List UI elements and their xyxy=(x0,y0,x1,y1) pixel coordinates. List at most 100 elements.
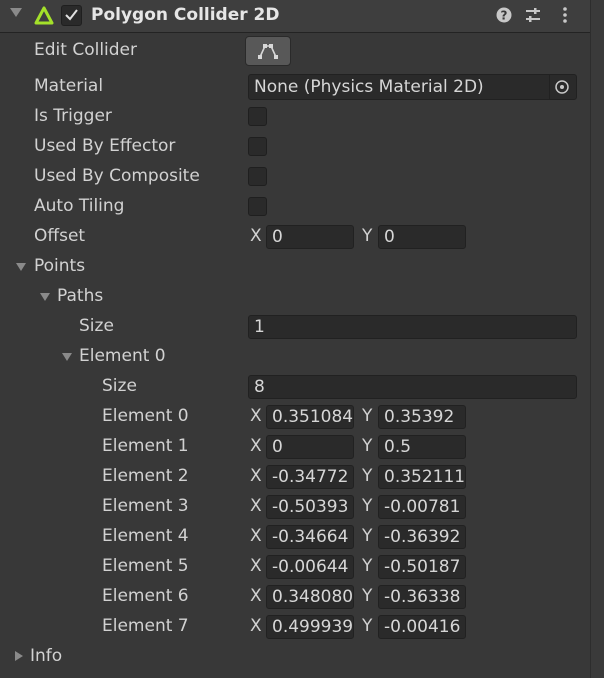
is-trigger-row: Is Trigger xyxy=(0,102,590,132)
point-x-input[interactable]: -0.34664 xyxy=(266,525,354,549)
info-foldout-arrow-icon[interactable] xyxy=(15,651,23,661)
point-x-input[interactable]: 0.351084 xyxy=(266,405,354,429)
is-trigger-label: Is Trigger xyxy=(34,106,112,126)
point-x-label[interactable]: X xyxy=(250,496,262,516)
point-x-input[interactable]: 0.499939 xyxy=(266,615,354,639)
point-y-label[interactable]: Y xyxy=(362,586,372,606)
material-label: Material xyxy=(34,76,104,96)
auto-tiling-checkbox[interactable] xyxy=(248,197,267,216)
svg-text:?: ? xyxy=(501,9,508,23)
offset-y-input[interactable]: 0 xyxy=(378,225,466,249)
point-y-label[interactable]: Y xyxy=(362,526,372,546)
scrollbar-track xyxy=(590,0,591,678)
point-element-row: Element 0 X 0.351084 Y 0.35392 xyxy=(0,402,590,432)
component-enabled-checkbox[interactable] xyxy=(61,5,82,26)
points-foldout-arrow-icon[interactable] xyxy=(16,263,26,271)
point-x-input[interactable]: 0 xyxy=(266,435,354,459)
sliders-icon[interactable] xyxy=(524,6,542,24)
point-y-input[interactable]: -0.36392 xyxy=(378,525,466,549)
point-element-row: Element 3 X -0.50393 Y -0.00781 xyxy=(0,492,590,522)
element0-size-input[interactable]: 8 xyxy=(248,375,577,399)
point-y-input[interactable]: -0.00416 xyxy=(378,615,466,639)
offset-x-input[interactable]: 0 xyxy=(266,225,354,249)
point-element-label: Element 7 xyxy=(102,616,189,636)
component-foldout-arrow-icon[interactable] xyxy=(10,8,22,17)
object-picker-button[interactable] xyxy=(549,75,576,99)
path-element0-label: Element 0 xyxy=(79,346,166,366)
material-value: None (Physics Material 2D) xyxy=(254,77,484,97)
point-y-input[interactable]: -0.50187 xyxy=(378,555,466,579)
point-x-label[interactable]: X xyxy=(250,616,262,636)
used-by-effector-checkbox[interactable] xyxy=(248,137,267,156)
paths-size-input[interactable]: 1 xyxy=(248,315,577,339)
point-y-input[interactable]: 0.352111 xyxy=(378,465,466,489)
point-element-row: Element 6 X 0.348080 Y -0.36338 xyxy=(0,582,590,612)
element0-size-row: Size 8 xyxy=(0,372,590,402)
offset-y-label[interactable]: Y xyxy=(362,226,372,246)
point-element-label: Element 6 xyxy=(102,586,189,606)
component-title: Polygon Collider 2D xyxy=(91,5,280,25)
info-foldout[interactable]: Info xyxy=(0,642,590,672)
paths-label: Paths xyxy=(57,286,104,306)
point-element-label: Element 3 xyxy=(102,496,189,516)
path-element0-foldout-arrow-icon[interactable] xyxy=(62,353,72,361)
point-x-input[interactable]: -0.50393 xyxy=(266,495,354,519)
offset-x-label[interactable]: X xyxy=(250,226,262,246)
point-x-label[interactable]: X xyxy=(250,556,262,576)
point-x-label[interactable]: X xyxy=(250,436,262,456)
point-y-label[interactable]: Y xyxy=(362,556,372,576)
point-x-label[interactable]: X xyxy=(250,526,262,546)
used-by-composite-label: Used By Composite xyxy=(34,166,200,186)
paths-foldout-arrow-icon[interactable] xyxy=(40,293,50,301)
material-object-field[interactable]: None (Physics Material 2D) xyxy=(248,74,577,100)
paths-size-row: Size 1 xyxy=(0,312,590,342)
used-by-composite-row: Used By Composite xyxy=(0,162,590,192)
auto-tiling-row: Auto Tiling xyxy=(0,192,590,222)
point-y-label[interactable]: Y xyxy=(362,466,372,486)
point-y-label[interactable]: Y xyxy=(362,406,372,426)
offset-row: Offset X 0 Y 0 xyxy=(0,222,590,252)
edit-collider-button[interactable] xyxy=(245,36,291,66)
point-x-input[interactable]: 0.348080 xyxy=(266,585,354,609)
point-y-input[interactable]: 0.5 xyxy=(378,435,466,459)
help-icon[interactable]: ? xyxy=(495,6,513,24)
path-element0-foldout[interactable]: Element 0 xyxy=(0,342,590,372)
point-y-label[interactable]: Y xyxy=(362,496,372,516)
kebab-menu-icon[interactable] xyxy=(556,6,574,24)
edit-collider-label: Edit Collider xyxy=(34,40,138,60)
point-element-row: Element 2 X -0.34772 Y 0.352111 xyxy=(0,462,590,492)
paths-foldout[interactable]: Paths xyxy=(0,282,590,312)
checkmark-icon xyxy=(65,9,78,21)
edit-shape-icon xyxy=(258,44,278,59)
point-x-label[interactable]: X xyxy=(250,586,262,606)
point-y-input[interactable]: -0.36338 xyxy=(378,585,466,609)
points-label: Points xyxy=(34,256,86,276)
paths-size-label: Size xyxy=(79,316,114,336)
element0-size-label: Size xyxy=(102,376,137,396)
point-y-input[interactable]: -0.00781 xyxy=(378,495,466,519)
edit-collider-row: Edit Collider xyxy=(0,36,590,66)
point-element-label: Element 5 xyxy=(102,556,189,576)
point-y-label[interactable]: Y xyxy=(362,616,372,636)
polygon-collider-icon xyxy=(34,6,54,25)
inspector-scrollbar[interactable] xyxy=(590,0,604,678)
point-x-input[interactable]: -0.00644 xyxy=(266,555,354,579)
info-label: Info xyxy=(30,646,63,666)
point-y-input[interactable]: 0.35392 xyxy=(378,405,466,429)
points-foldout[interactable]: Points xyxy=(0,252,590,282)
is-trigger-checkbox[interactable] xyxy=(248,107,267,126)
point-x-label[interactable]: X xyxy=(250,406,262,426)
point-element-label: Element 4 xyxy=(102,526,189,546)
point-element-row: Element 7 X 0.499939 Y -0.00416 xyxy=(0,612,590,642)
used-by-composite-checkbox[interactable] xyxy=(248,167,267,186)
point-x-input[interactable]: -0.34772 xyxy=(266,465,354,489)
point-x-label[interactable]: X xyxy=(250,466,262,486)
offset-label: Offset xyxy=(34,226,86,246)
point-element-row: Element 1 X 0 Y 0.5 xyxy=(0,432,590,462)
point-y-label[interactable]: Y xyxy=(362,436,372,456)
point-element-label: Element 0 xyxy=(102,406,189,426)
point-element-label: Element 2 xyxy=(102,466,189,486)
point-element-row: Element 5 X -0.00644 Y -0.50187 xyxy=(0,552,590,582)
used-by-effector-label: Used By Effector xyxy=(34,136,176,156)
point-element-label: Element 1 xyxy=(102,436,189,456)
